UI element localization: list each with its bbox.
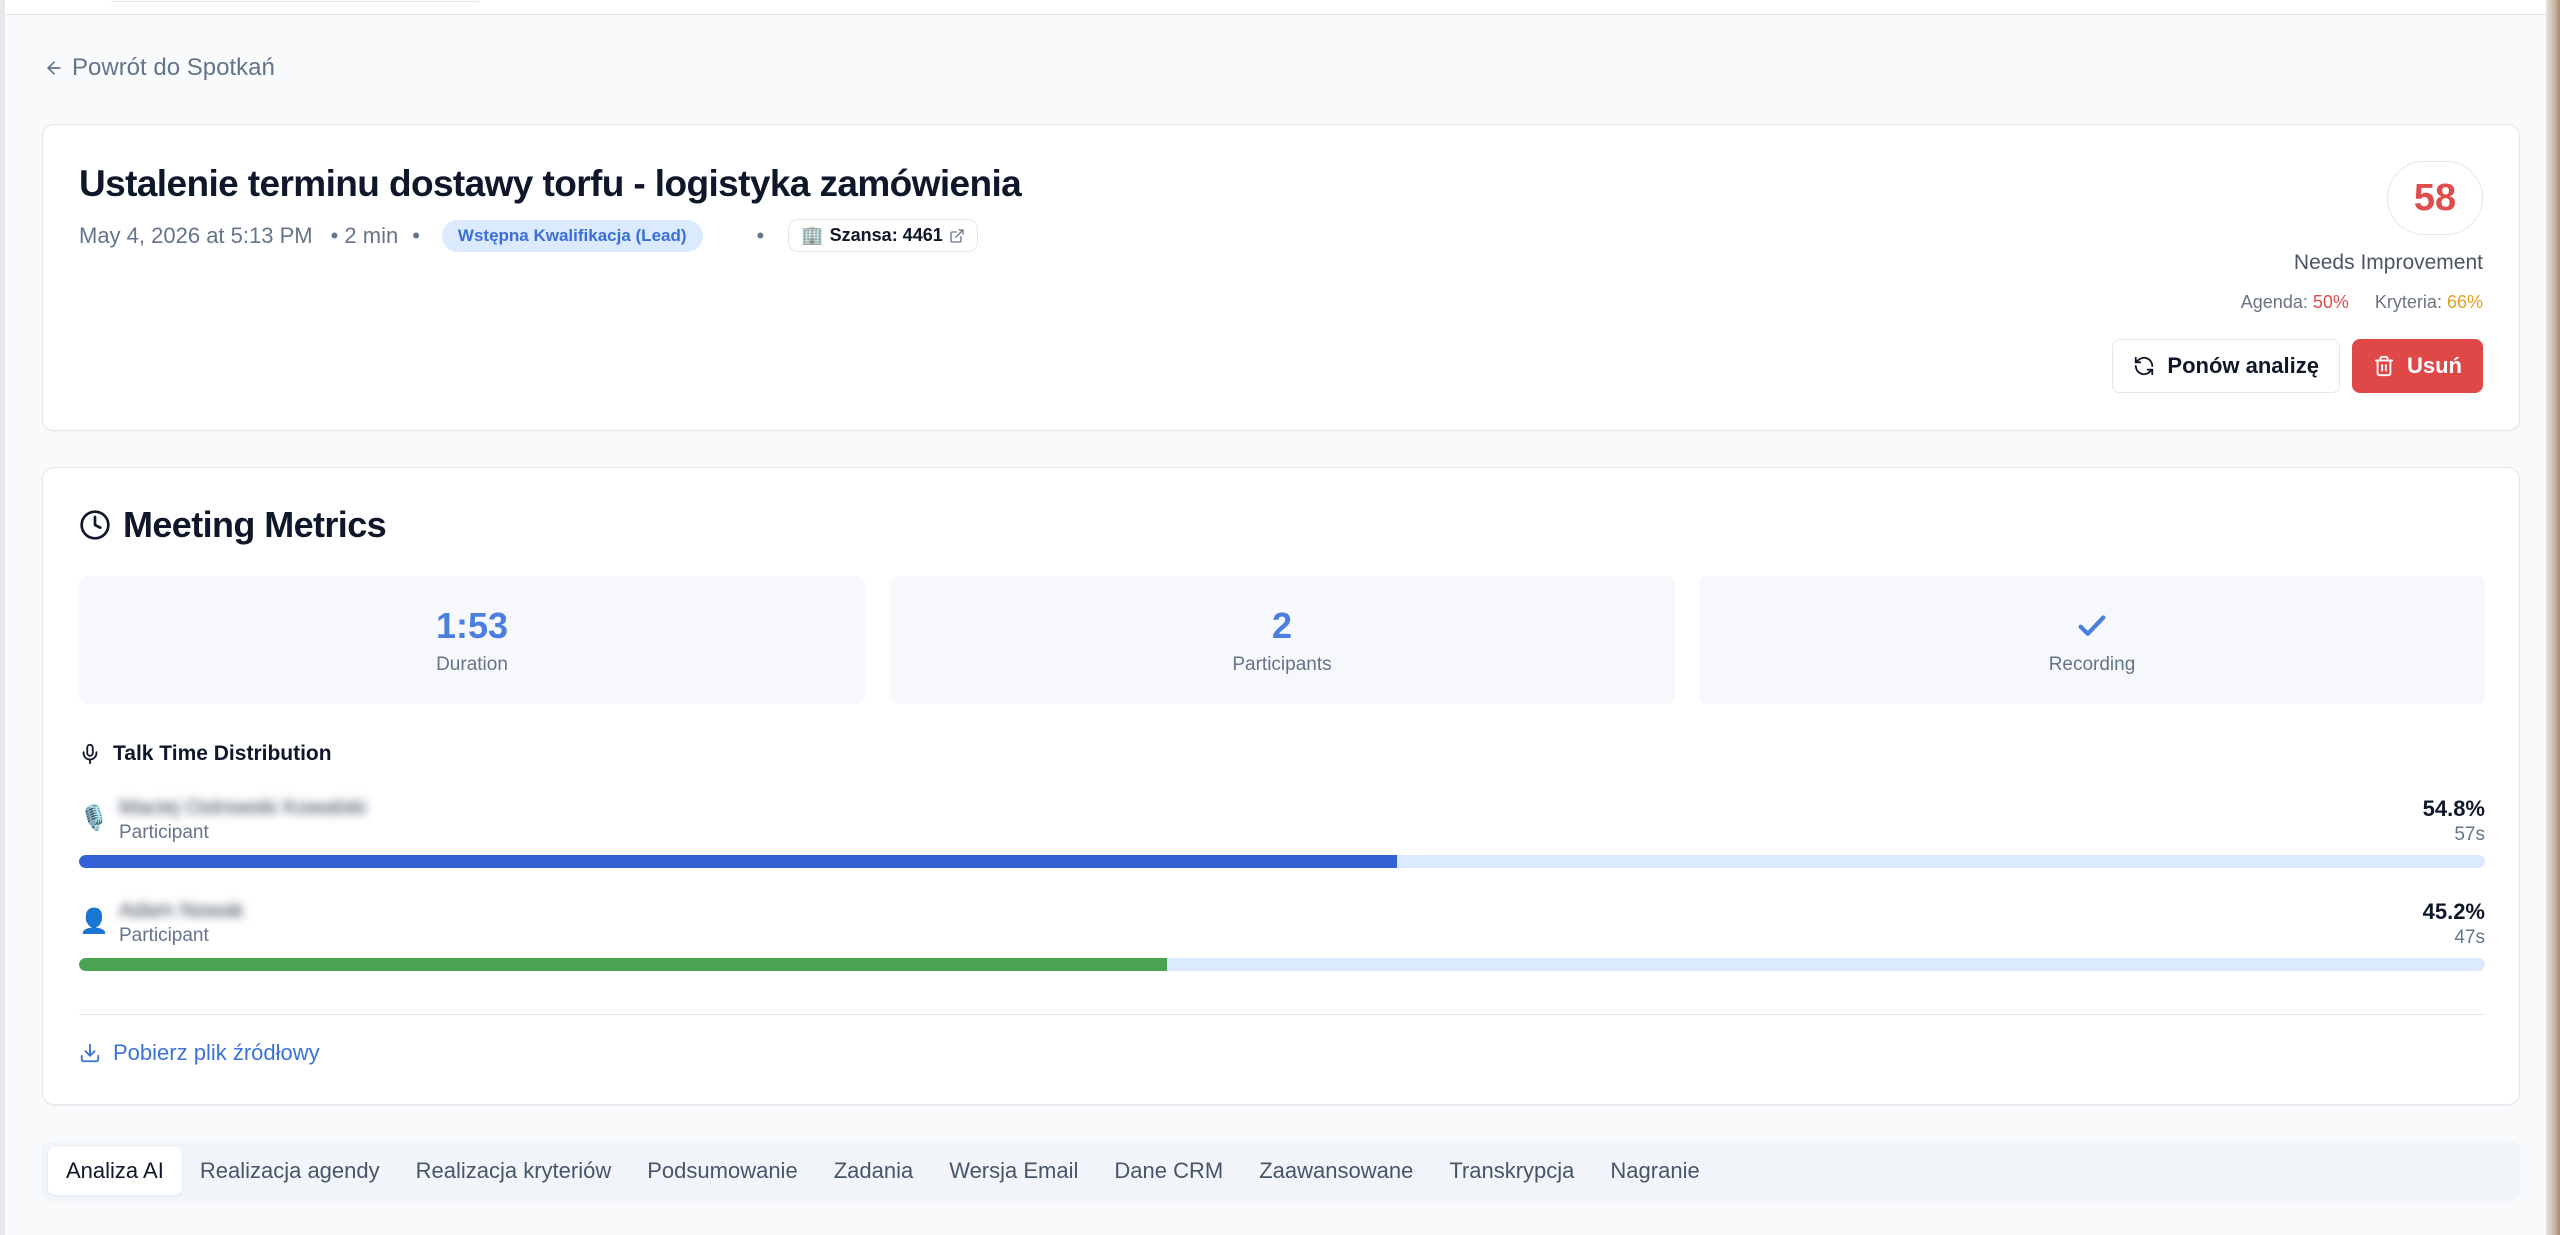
meeting-metrics-card: Meeting Metrics 1:53 Duration 2 Particip…	[42, 467, 2520, 1105]
tab-email[interactable]: Wersja Email	[931, 1147, 1096, 1195]
duration-tile: 1:53 Duration	[79, 576, 865, 704]
criteria-label: Kryteria:	[2374, 292, 2442, 312]
duration-value: 1:53	[435, 605, 509, 646]
speaker-name: Adam Nowak	[119, 899, 244, 922]
desktop-background-edge	[2546, 0, 2560, 1235]
meeting-duration: • 2 min	[330, 222, 399, 248]
speaker-row: 👤 Adam Nowak Participant 45.2% 47s	[79, 899, 2485, 989]
opportunity-label: Szansa: 4461	[829, 225, 943, 245]
download-icon	[80, 1043, 100, 1063]
speaker-seconds: 47s	[2454, 927, 2485, 948]
meeting-header-card: Ustalenie terminu dostawy torfu - logist…	[42, 124, 2520, 431]
talk-time-heading: Talk Time Distribution	[79, 742, 332, 766]
back-link-label: Powrót do Spotkań	[72, 54, 275, 81]
criteria-value: 66%	[2446, 292, 2483, 312]
meeting-title: Ustalenie terminu dostawy torfu - logist…	[79, 163, 1022, 204]
header-actions: Ponów analizę Usuń	[2112, 339, 2483, 393]
recording-tile: Recording	[1699, 576, 2485, 704]
meeting-meta: May 4, 2026 at 5:13 PM • 2 min • Wstępna…	[79, 219, 978, 252]
recording-value	[2075, 604, 2109, 648]
meta-separator: •	[412, 222, 420, 248]
talk-time-bar	[79, 958, 1167, 971]
participants-label: Participants	[1232, 654, 1332, 675]
participants-tile: 2 Participants	[889, 576, 1675, 704]
metrics-heading: Meeting Metrics	[79, 504, 387, 546]
speaker-name: Maciej Ostrowski Kowalski	[119, 796, 367, 819]
arrow-left-icon	[47, 61, 61, 75]
score-badge: 58	[2387, 161, 2483, 235]
opportunity-link[interactable]: 🏢 Szansa: 4461	[788, 219, 978, 252]
meta-separator: •	[756, 222, 765, 248]
speaker-row: 🎙️ Maciej Ostrowski Kowalski Participant…	[79, 796, 2485, 886]
search-field-stub[interactable]	[110, 0, 480, 2]
refresh-icon	[2135, 356, 2154, 376]
tab-criteria[interactable]: Realizacja kryteriów	[398, 1147, 630, 1195]
recording-label: Recording	[2048, 654, 2136, 675]
external-link-icon	[950, 228, 964, 243]
tab-ai-analysis[interactable]: Analiza AI	[48, 1147, 182, 1195]
clock-icon	[80, 510, 110, 540]
duration-label: Duration	[436, 654, 508, 675]
delete-button[interactable]: Usuń	[2352, 339, 2483, 393]
microphone-icon	[82, 743, 98, 765]
delete-label: Usuń	[2407, 353, 2462, 378]
check-icon	[2078, 615, 2106, 636]
speaker-percent: 54.8%	[2422, 796, 2485, 821]
talk-time-title: Talk Time Distribution	[113, 742, 332, 765]
speaker-seconds: 57s	[2454, 824, 2485, 845]
score-label: Needs Improvement	[2293, 251, 2483, 274]
reanalyze-button[interactable]: Ponów analizę	[2112, 339, 2340, 393]
talk-time-track	[79, 855, 2485, 868]
window-left-edge	[0, 0, 5, 1235]
participants-value: 2	[1271, 605, 1293, 646]
download-source-link[interactable]: Pobierz plik źródłowy	[79, 1040, 320, 1066]
divider	[79, 1014, 2485, 1015]
speaker-role: Participant	[119, 822, 209, 843]
tab-agenda[interactable]: Realizacja agendy	[182, 1147, 398, 1195]
metrics-title: Meeting Metrics	[123, 504, 387, 545]
building-icon: 🏢	[801, 225, 824, 245]
stage-badge: Wstępna Kwalifikacja (Lead)	[441, 219, 703, 252]
tab-summary[interactable]: Podsumowanie	[629, 1147, 815, 1195]
tab-tasks[interactable]: Zadania	[816, 1147, 932, 1195]
score-breakdown: Agenda: 50% Kryteria: 66%	[2241, 292, 2483, 313]
talk-time-bar	[79, 855, 1398, 868]
agenda-value: 50%	[2312, 292, 2349, 312]
download-label: Pobierz plik źródłowy	[113, 1040, 320, 1065]
agenda-label: Agenda:	[2240, 292, 2308, 312]
back-to-meetings-link[interactable]: Powrót do Spotkań	[44, 54, 275, 82]
talk-time-track	[79, 958, 2485, 971]
stat-tiles: 1:53 Duration 2 Participants Recording	[79, 576, 2485, 704]
top-bar	[0, 0, 2560, 15]
tab-transcript[interactable]: Transkrypcja	[1431, 1147, 1592, 1195]
tab-advanced[interactable]: Zaawansowane	[1241, 1147, 1431, 1195]
tab-recording[interactable]: Nagranie	[1592, 1147, 1717, 1195]
analysis-tabs: Analiza AI Realizacja agendy Realizacja …	[42, 1141, 2520, 1201]
speaker-percent: 45.2%	[2422, 899, 2485, 924]
meeting-date: May 4, 2026 at 5:13 PM	[79, 222, 313, 248]
microphone-avatar-icon: 🎙️	[79, 805, 109, 832]
tab-crm-data[interactable]: Dane CRM	[1096, 1147, 1241, 1195]
reanalyze-label: Ponów analizę	[2167, 353, 2319, 378]
person-avatar-icon: 👤	[79, 908, 109, 935]
speaker-role: Participant	[119, 925, 209, 946]
trash-icon	[2374, 355, 2394, 377]
